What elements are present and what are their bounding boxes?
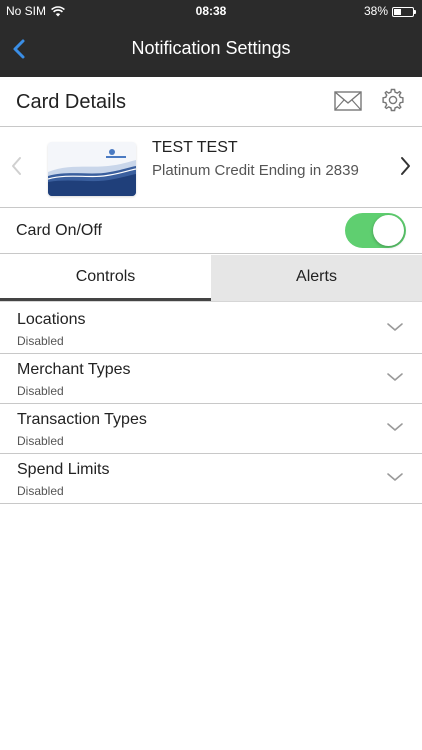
battery-percent: 38%: [363, 4, 388, 18]
credit-card-graphic: [48, 142, 136, 196]
status-right: 38%: [363, 4, 416, 18]
chevron-right-icon: [401, 157, 410, 175]
envelope-icon: [334, 91, 362, 111]
card-details-label: Card Details: [16, 91, 127, 113]
status-bar: No SIM 08:38 38%: [0, 0, 422, 22]
chevron-left-icon: [12, 157, 21, 175]
list-item-spend-limits[interactable]: Spend Limits Disabled: [0, 454, 422, 504]
card-image: [48, 142, 136, 196]
next-card-button[interactable]: [398, 154, 414, 178]
chevron-down-icon: [387, 373, 403, 381]
chevron-down-icon: [387, 323, 403, 331]
list-item-status: Disabled: [17, 384, 64, 398]
list-item-status: Disabled: [17, 484, 64, 498]
settings-button[interactable]: [381, 88, 405, 112]
chevron-down-icon: [387, 423, 403, 431]
card-details-header: Card Details: [0, 77, 422, 127]
toggle-knob: [373, 215, 404, 246]
card-holder-name: TEST TEST: [152, 139, 238, 156]
list-item-title: Locations: [17, 311, 86, 328]
list-item-merchant-types[interactable]: Merchant Types Disabled: [0, 354, 422, 404]
status-time: 08:38: [195, 4, 227, 18]
gear-icon: [382, 88, 404, 112]
card-toggle-label: Card On/Off: [16, 222, 102, 239]
card-carousel: TEST TEST Platinum Credit Ending in 2839: [0, 128, 422, 208]
list-item-title: Merchant Types: [17, 361, 131, 378]
list-item-title: Transaction Types: [17, 411, 147, 428]
list-item-transaction-types[interactable]: Transaction Types Disabled: [0, 404, 422, 454]
list-item-status: Disabled: [17, 334, 64, 348]
card-toggle-row: Card On/Off: [0, 208, 422, 254]
battery-icon: [392, 6, 416, 17]
tab-bar: Controls Alerts: [0, 255, 422, 301]
card-on-off-toggle[interactable]: [345, 213, 406, 248]
page-title: Notification Settings: [131, 38, 291, 58]
card-description: Platinum Credit Ending in 2839: [152, 162, 359, 179]
card-info: TEST TEST Platinum Credit Ending in 2839: [152, 138, 392, 181]
list-item-title: Spend Limits: [17, 461, 110, 478]
tabs-divider: [0, 301, 422, 302]
list-item-status: Disabled: [17, 434, 64, 448]
mail-button[interactable]: [334, 90, 362, 112]
tab-controls[interactable]: Controls: [0, 255, 211, 301]
chevron-down-icon: [387, 473, 403, 481]
tab-alerts[interactable]: Alerts: [211, 255, 422, 301]
previous-card-button[interactable]: [8, 154, 24, 178]
controls-list: Locations Disabled Merchant Types Disabl…: [0, 304, 422, 504]
nav-bar: Notification Settings: [0, 22, 422, 77]
battery-fill: [394, 8, 401, 15]
list-item-locations[interactable]: Locations Disabled: [0, 304, 422, 354]
